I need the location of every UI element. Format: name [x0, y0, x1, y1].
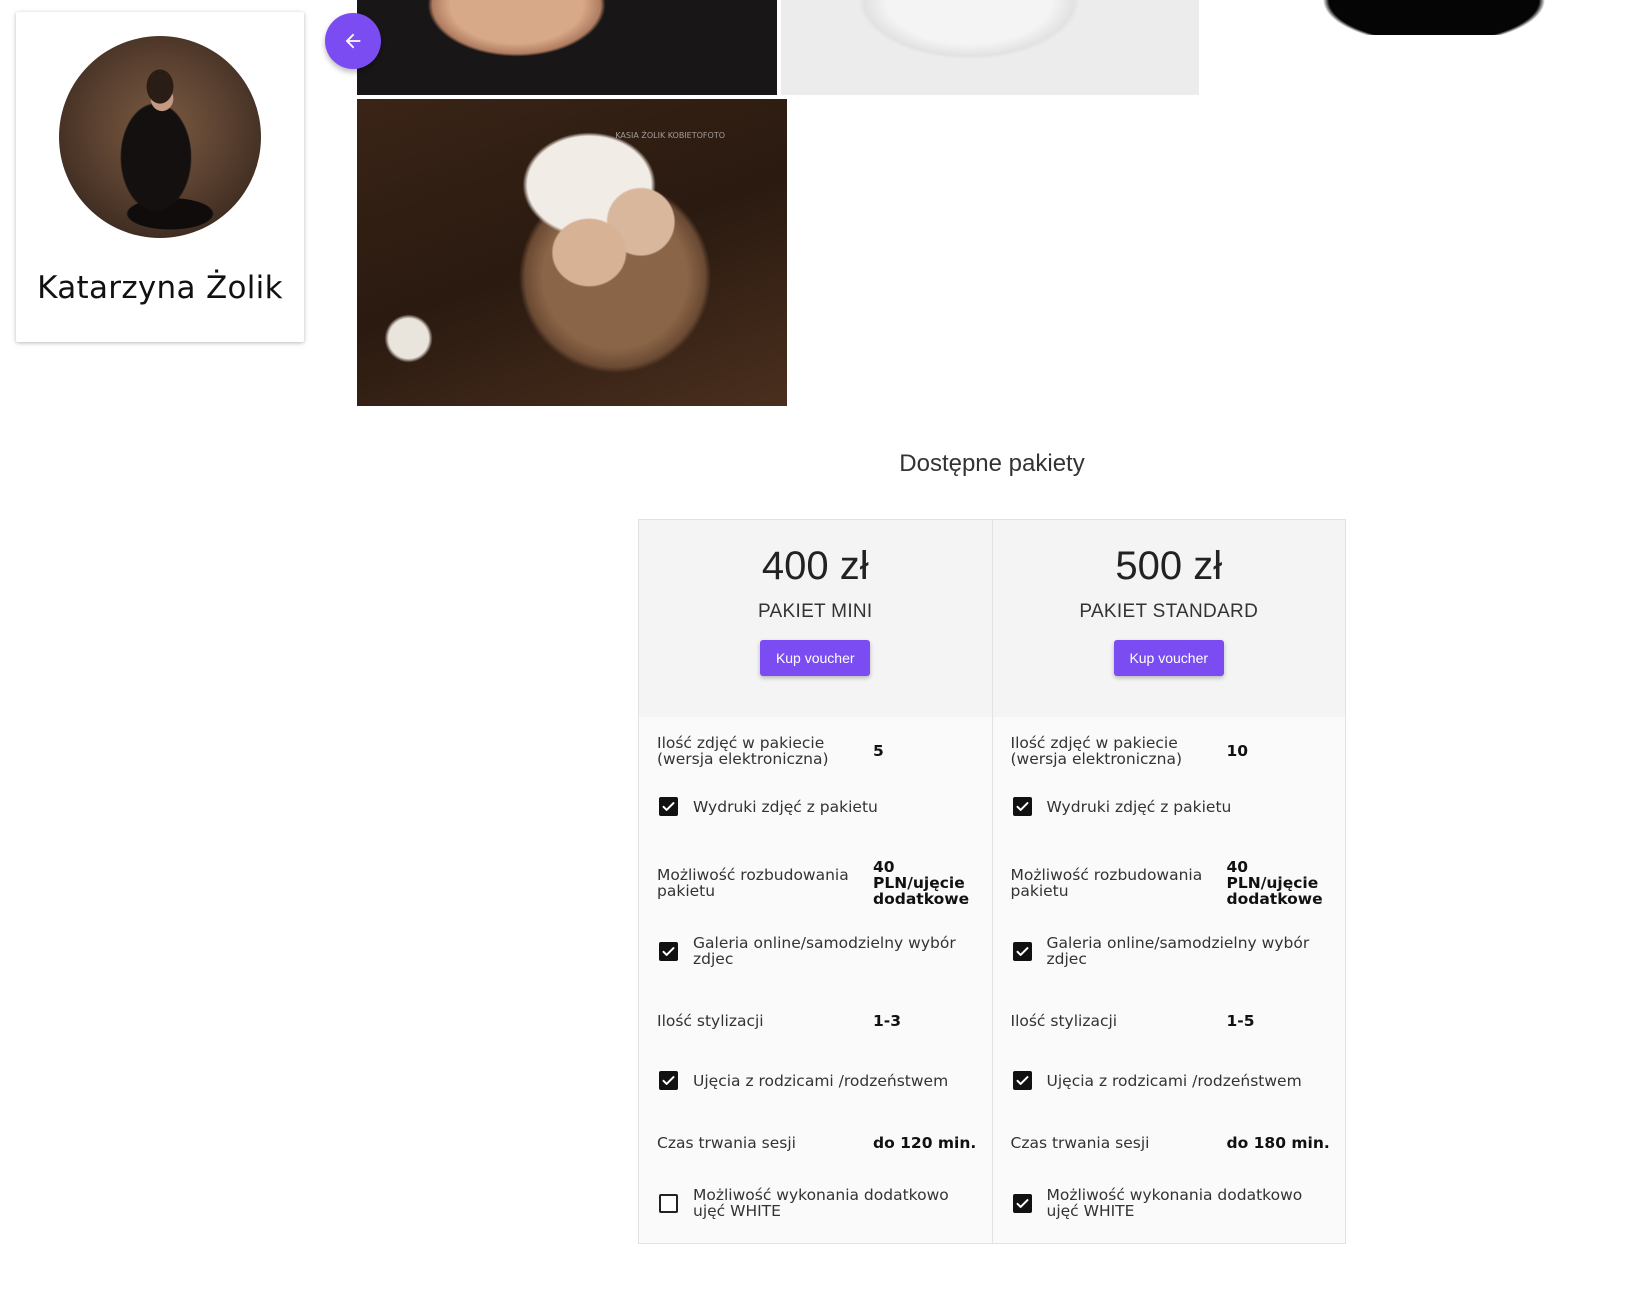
feature-label: Ilość zdjęć w pakiecie (wersja elektroni… — [657, 734, 829, 768]
package-price: 500 zł — [1115, 544, 1223, 588]
feature-value: do 120 min. — [873, 1134, 977, 1152]
buy-voucher-button[interactable]: Kup voucher — [760, 640, 871, 676]
package-name: PAKIET MINI — [757, 601, 873, 622]
feature-value: 1-3 — [873, 1012, 902, 1030]
feature-row: Galeria online/samodzielny wybór zdjec — [1011, 935, 1332, 967]
feature-label: Ilość zdjęć w pakiecie (wersja elektroni… — [1010, 734, 1183, 768]
checkbox-checked-icon — [1012, 1193, 1032, 1213]
checkbox-checked-icon — [659, 797, 678, 816]
gallery-photo[interactable] — [357, 0, 777, 95]
feature-label: Czas trwania sesji — [657, 1134, 796, 1152]
package-header: 400 zł PAKIET MINI Kup voucher — [639, 520, 992, 717]
checkbox-checked-icon — [1012, 797, 1032, 816]
feature-row: Czas trwania sesji do 180 min. — [1011, 1135, 1332, 1151]
feature-row: Ilość stylizacji 1-5 — [1011, 1013, 1332, 1029]
feature-row: Galeria online/samodzielny wybór zdjec — [657, 935, 978, 967]
section-title: Dostępne pakiety — [899, 450, 1085, 477]
feature-row: Wydruki zdjęć z pakietu — [657, 797, 978, 816]
feature-label: Możliwość wykonania dodatkowo ujęć WHITE — [1046, 1186, 1303, 1220]
feature-row: Ujęcia z rodzicami /rodzeństwem — [1011, 1071, 1332, 1090]
checkbox-checked-icon — [1012, 941, 1032, 961]
feature-row: Wydruki zdjęć z pakietu — [1011, 797, 1332, 816]
feature-value: 1-5 — [1226, 1012, 1255, 1030]
package-features: Ilość zdjęć w pakiecie (wersja elektroni… — [992, 717, 1345, 1243]
feature-row: Możliwość rozbudowania pakietu 40 PLN/uj… — [657, 859, 978, 907]
feature-value: 10 — [1226, 742, 1249, 760]
feature-label: Galeria online/samodzielny wybór zdjec — [1046, 934, 1310, 968]
feature-value: do 180 min. — [1226, 1134, 1330, 1152]
package-features: Ilość zdjęć w pakiecie (wersja elektroni… — [639, 717, 992, 1243]
feature-row: Możliwość wykonania dodatkowo ujęć WHITE — [1011, 1187, 1332, 1219]
feature-label: Możliwość rozbudowania pakietu — [657, 866, 849, 900]
feature-label: Możliwość wykonania dodatkowo ujęć WHITE — [693, 1186, 949, 1220]
package-column: 500 zł PAKIET STANDARD Kup voucher Ilość… — [991, 520, 1345, 1243]
package-column: 400 zł PAKIET MINI Kup voucher Ilość zdj… — [639, 520, 992, 1243]
profile-card: Katarzyna Żolik — [16, 12, 304, 342]
checkbox-unchecked-icon — [659, 1193, 678, 1213]
feature-label: Galeria online/samodzielny wybór zdjec — [693, 934, 956, 968]
feature-value: 5 — [873, 742, 884, 760]
feature-row: Ilość stylizacji 1-3 — [657, 1013, 978, 1029]
buy-voucher-button[interactable]: Kup voucher — [1113, 640, 1224, 676]
profile-name: Katarzyna Żolik — [37, 270, 283, 306]
feature-value: 40 PLN/ujęcie dodatkowe — [1226, 858, 1323, 908]
feature-label: Ilość stylizacji — [1010, 1012, 1118, 1030]
feature-label: Ujęcia z rodzicami /rodzeństwem — [1046, 1071, 1302, 1090]
feature-label: Czas trwania sesji — [1010, 1134, 1150, 1152]
feature-row: Ilość zdjęć w pakiecie (wersja elektroni… — [657, 735, 978, 767]
packages-table: 400 zł PAKIET MINI Kup voucher Ilość zdj… — [638, 519, 1346, 1244]
feature-row: Ilość zdjęć w pakiecie (wersja elektroni… — [1011, 735, 1332, 767]
arrow-left-icon — [342, 30, 364, 52]
feature-row: Ujęcia z rodzicami /rodzeństwem — [657, 1071, 978, 1090]
feature-label: Ujęcia z rodzicami /rodzeństwem — [693, 1071, 949, 1090]
feature-row: Możliwość rozbudowania pakietu 40 PLN/uj… — [1011, 859, 1332, 907]
package-name: PAKIET STANDARD — [1079, 601, 1259, 622]
feature-value: 40 PLN/ujęcie dodatkowe — [873, 858, 970, 908]
feature-label: Wydruki zdjęć z pakietu — [1046, 797, 1232, 816]
checkbox-checked-icon — [1012, 1071, 1032, 1090]
photo-watermark: KASIA ŻOLIK KOBIETOFOTO — [615, 131, 725, 140]
avatar — [59, 36, 261, 238]
feature-label: Możliwość rozbudowania pakietu — [1010, 866, 1203, 900]
gallery-photo[interactable] — [781, 0, 1199, 95]
gallery-photo[interactable]: KASIA ŻOLIK KOBIETOFOTO — [357, 99, 787, 406]
feature-row: Możliwość wykonania dodatkowo ujęć WHITE — [657, 1187, 978, 1219]
feature-label: Ilość stylizacji — [657, 1012, 764, 1030]
feature-label: Wydruki zdjęć z pakietu — [693, 797, 878, 816]
checkbox-checked-icon — [659, 1071, 678, 1090]
feature-row: Czas trwania sesji do 120 min. — [657, 1135, 978, 1151]
back-button[interactable] — [325, 13, 381, 69]
checkbox-checked-icon — [659, 941, 678, 961]
package-header: 500 zł PAKIET STANDARD Kup voucher — [992, 520, 1345, 717]
package-price: 400 zł — [761, 544, 869, 588]
gallery-photo[interactable] — [1203, 0, 1623, 35]
